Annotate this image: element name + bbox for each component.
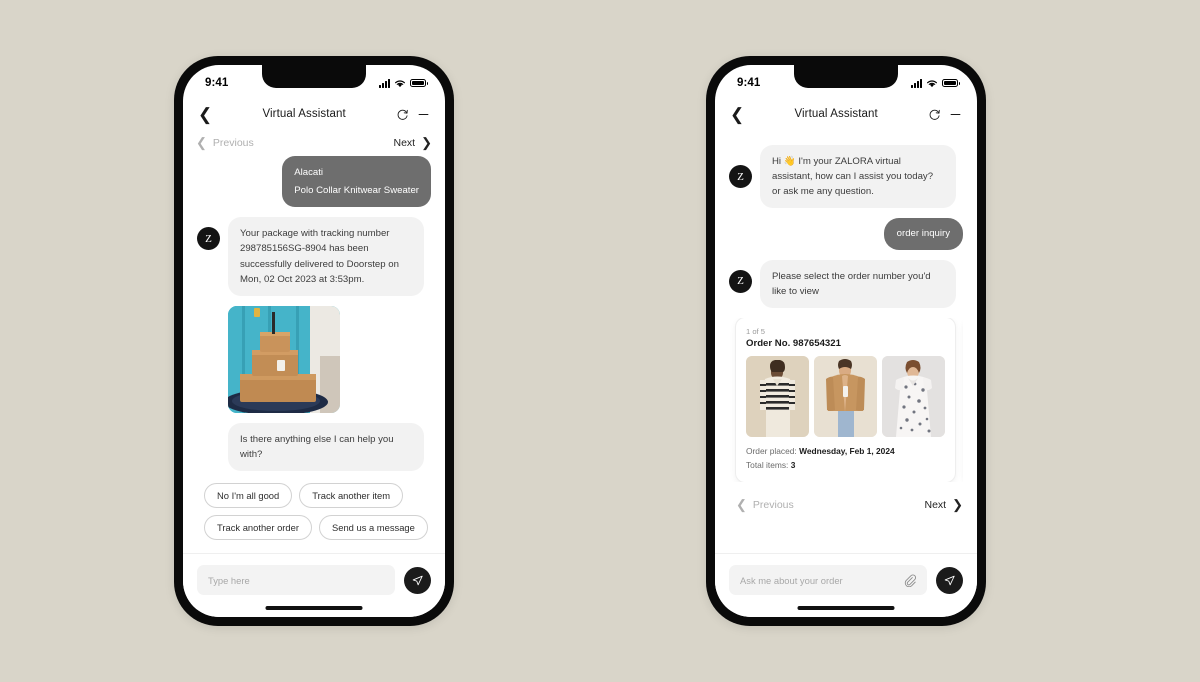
page-title: Virtual Assistant	[794, 108, 878, 120]
bot-message-tracking: Your package with tracking number 298785…	[228, 217, 424, 296]
order-placed-label: Order placed:	[746, 445, 797, 456]
send-button[interactable]	[936, 566, 963, 594]
order-carousel[interactable]: 1 of 5 Order No. 987654321 Order placed:…	[729, 317, 963, 483]
notch	[262, 65, 366, 88]
bot-message-greeting: Hi 👋 I'm your ZALORA virtual assistant, …	[760, 145, 956, 209]
conversation-right: Z Hi 👋 I'm your ZALORA virtual assistant…	[715, 133, 977, 553]
pager-next-label: Next	[393, 136, 416, 149]
phone-left: 9:41 ❮ Virtual Assistant ❮ Previous Next…	[174, 56, 454, 626]
minimize-icon[interactable]	[949, 108, 962, 121]
product-thumbnail-striped-sweater[interactable]	[746, 355, 809, 437]
quick-reply-track-another-item[interactable]: Track another item	[299, 483, 404, 509]
message-row-user-product: Alacati Polo Collar Knitwear Sweater	[197, 156, 431, 208]
status-time: 9:41	[737, 77, 761, 89]
pager-next-label: Next	[924, 498, 947, 511]
app-header: ❮ Virtual Assistant	[715, 95, 977, 133]
product-thumbnail-tan-jacket[interactable]	[814, 355, 877, 437]
minimize-icon[interactable]	[417, 108, 430, 121]
order-placed-value: Wednesday, Feb 1, 2024	[799, 445, 895, 456]
message-row-user-intent: order inquiry	[729, 218, 963, 250]
page-title: Virtual Assistant	[262, 108, 346, 120]
user-message-intent: order inquiry	[883, 218, 963, 250]
pager-previous-label: Previous	[752, 498, 794, 511]
message-row-bot-greeting: Z Hi 👋 I'm your ZALORA virtual assistant…	[729, 145, 963, 209]
pager-previous-button[interactable]: ❮ Previous	[736, 498, 794, 511]
message-input-placeholder: Ask me about your order	[740, 574, 843, 586]
chevron-left-icon[interactable]: ❮	[198, 106, 212, 123]
quick-reply-all-good[interactable]: No I'm all good	[204, 483, 293, 509]
bot-message-prompt: Please select the order number you'd lik…	[760, 259, 956, 308]
phone-right: 9:41 ❮ Virtual Assistant Z Hi 👋 I'm your…	[706, 56, 986, 626]
chevron-right-icon: ❯	[952, 497, 963, 513]
message-row-bot-followup: Is there anything else I can help you wi…	[197, 422, 431, 472]
pager-next-button[interactable]: Next ❯	[925, 498, 964, 511]
conversation-left: Alacati Polo Collar Knitwear Sweater Z Y…	[183, 156, 445, 553]
bot-message-followup: Is there anything else I can help you wi…	[228, 422, 424, 472]
wifi-icon	[395, 79, 405, 87]
battery-full-icon	[410, 79, 428, 87]
chevron-right-icon: ❯	[421, 135, 432, 150]
chevron-left-icon: ❮	[196, 135, 207, 150]
wifi-icon	[927, 79, 937, 87]
phone-left-screen: 9:41 ❮ Virtual Assistant ❮ Previous Next…	[183, 65, 445, 617]
message-input[interactable]: Ask me about your order	[729, 565, 927, 595]
cellular-bars-icon	[379, 78, 390, 88]
avatar: Z	[729, 165, 752, 188]
pager-previous-label: Previous	[212, 136, 254, 149]
product-name: Polo Collar Knitwear Sweater	[294, 185, 419, 197]
send-button[interactable]	[404, 566, 431, 594]
avatar: Z	[729, 269, 752, 293]
refresh-icon[interactable]	[928, 108, 941, 121]
status-icons	[911, 78, 960, 88]
total-items-value: 3	[790, 459, 796, 470]
pager-previous-button[interactable]: ❮ Previous	[196, 136, 254, 149]
delivery-photo[interactable]	[228, 305, 340, 413]
quick-reply-track-another-order[interactable]: Track another order	[204, 515, 312, 541]
quick-reply-send-message[interactable]: Send us a message	[318, 515, 428, 541]
conversation-pager: ❮ Previous Next ❯	[183, 133, 445, 156]
order-card-index: 1 of 5	[746, 326, 765, 336]
total-items-label: Total items:	[746, 459, 789, 470]
quick-replies: No I'm all good Track another item Track…	[204, 481, 431, 541]
order-placed-line: Order placed: Wednesday, Feb 1, 2024	[746, 445, 945, 459]
avatar: Z	[197, 227, 220, 251]
refresh-icon[interactable]	[396, 108, 409, 121]
phone-right-screen: 9:41 ❮ Virtual Assistant Z Hi 👋 I'm your…	[715, 65, 977, 617]
pager-next-button[interactable]: Next ❯	[394, 136, 433, 149]
order-thumbnails	[746, 355, 945, 437]
carousel-pager: ❮ Previous Next ❯	[729, 492, 963, 511]
battery-full-icon	[942, 79, 960, 87]
app-header: ❮ Virtual Assistant	[183, 95, 445, 133]
status-time: 9:41	[205, 77, 229, 89]
user-message-bubble: Alacati Polo Collar Knitwear Sweater	[282, 156, 431, 208]
total-items-line: Total items: 3	[746, 459, 945, 473]
message-row-bot-tracking: Z Your package with tracking number 2987…	[197, 217, 431, 296]
product-thumbnail-floral-dress[interactable]	[882, 355, 945, 437]
order-number: Order No. 987654321	[746, 337, 841, 349]
chevron-left-icon: ❮	[736, 497, 747, 513]
product-brand: Alacati	[294, 167, 324, 178]
message-row-bot-prompt: Z Please select the order number you'd l…	[729, 259, 963, 308]
message-input-placeholder: Type here	[208, 574, 250, 586]
home-indicator	[797, 606, 895, 610]
notch	[794, 65, 898, 88]
paperclip-icon[interactable]	[903, 573, 916, 587]
chevron-left-icon[interactable]: ❮	[730, 106, 744, 123]
status-icons	[379, 78, 428, 88]
cellular-bars-icon	[911, 78, 922, 88]
message-input[interactable]: Type here	[197, 565, 395, 595]
order-card[interactable]: 1 of 5 Order No. 987654321 Order placed:…	[736, 317, 955, 483]
home-indicator	[265, 606, 363, 610]
